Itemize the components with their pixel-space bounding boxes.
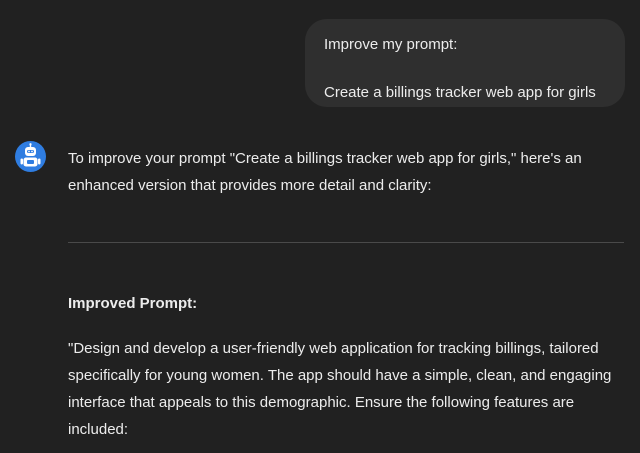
assistant-intro: To improve your prompt "Create a billing…: [68, 145, 633, 199]
improved-prompt-text: "Design and develop a user-friendly web …: [68, 340, 612, 438]
assistant-avatar: [15, 141, 46, 172]
section-heading: Improved Prompt:: [68, 295, 198, 312]
assistant-intro-text: To improve your prompt "Create a billing…: [68, 150, 582, 194]
user-message-spacer: [324, 57, 607, 81]
divider: [68, 242, 624, 243]
chat-page: Improve my prompt: Create a billings tra…: [0, 0, 640, 453]
robot-avatar-icon: [20, 143, 41, 167]
user-message-bubble: Improve my prompt: Create a billings tra…: [305, 19, 625, 107]
user-message-line-2: Create a billings tracker web app for gi…: [324, 84, 596, 101]
user-message-line-1: Improve my prompt:: [324, 36, 458, 53]
